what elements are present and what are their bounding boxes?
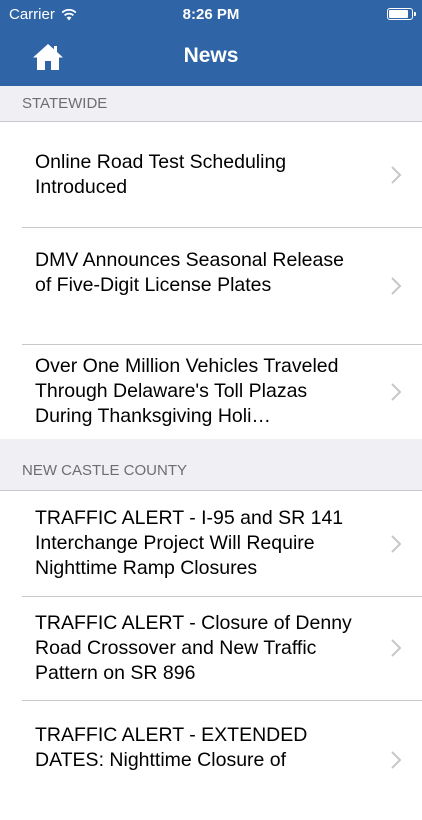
news-item-title: Over One Million Vehicles Traveled Throu… <box>35 355 339 427</box>
news-item[interactable]: Online Road Test Scheduling Introduced <box>0 122 422 227</box>
battery-icon <box>387 8 416 20</box>
news-item-title: DMV Announces Seasonal Release of Five-D… <box>35 249 344 296</box>
news-item-title: TRAFFIC ALERT - I-95 and SR 141 Intercha… <box>35 507 344 579</box>
chevron-right-icon <box>391 534 402 553</box>
news-item[interactable]: DMV Announces Seasonal Release of Five-D… <box>0 227 422 344</box>
navigation-bar: Carrier 8:26 PM News <box>0 0 422 86</box>
news-list: STATEWIDE Online Road Test Scheduling Int… <box>0 86 422 820</box>
battery-level <box>389 10 408 18</box>
section-header: NEW CASTLE COUNTY <box>0 439 422 491</box>
news-item[interactable]: TRAFFIC ALERT - I-95 and SR 141 Intercha… <box>0 491 422 596</box>
chevron-right-icon <box>391 639 402 657</box>
status-bar: Carrier 8:26 PM <box>0 0 422 32</box>
section-header: STATEWIDE <box>0 86 422 122</box>
news-item-title: Online Road Test Scheduling Introduced <box>35 151 287 198</box>
chevron-right-icon <box>391 276 402 295</box>
news-item-title: TRAFFIC ALERT - EXTENDED DATES: Nighttim… <box>35 724 308 771</box>
news-item[interactable]: Over One Million Vehicles Traveled Throu… <box>0 344 422 439</box>
news-item[interactable]: TRAFFIC ALERT - Closure of Denny Road Cr… <box>0 596 422 700</box>
page-title: News <box>183 44 239 67</box>
chevron-right-icon <box>391 165 402 184</box>
news-item[interactable]: TRAFFIC ALERT - EXTENDED DATES: Nighttim… <box>0 700 422 820</box>
chevron-right-icon <box>391 751 402 769</box>
news-item-title: TRAFFIC ALERT - Closure of Denny Road Cr… <box>35 612 352 684</box>
status-time: 8:26 PM <box>182 6 240 23</box>
chevron-right-icon <box>391 382 402 401</box>
